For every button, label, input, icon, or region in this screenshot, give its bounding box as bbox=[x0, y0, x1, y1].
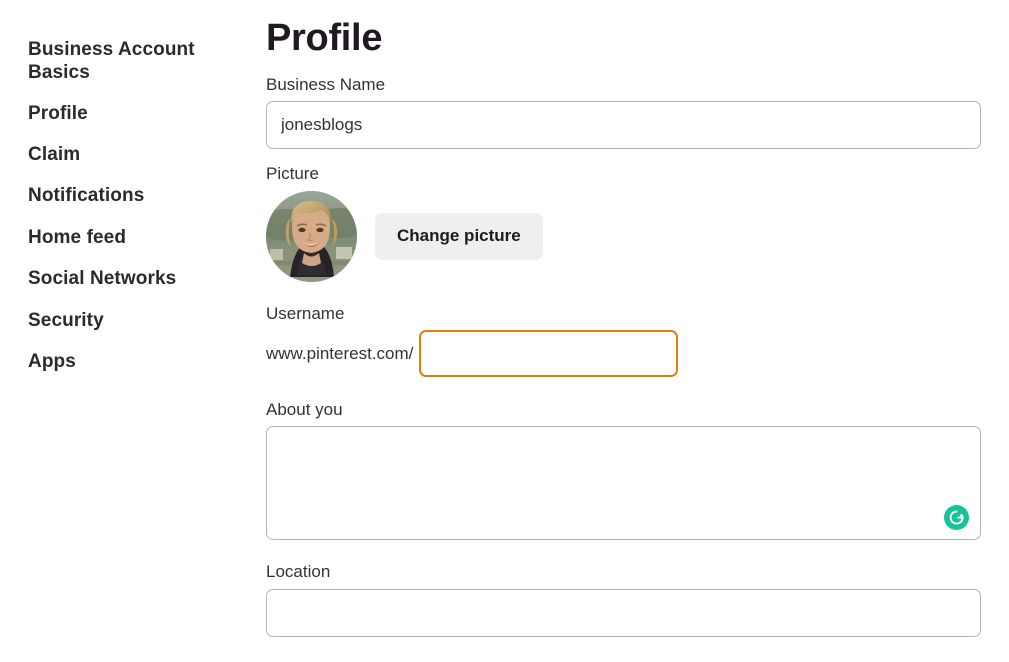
business-name-label: Business Name bbox=[266, 74, 386, 94]
location-label: Location bbox=[266, 562, 331, 582]
grammarly-icon[interactable] bbox=[944, 505, 969, 531]
settings-sidebar: Business Account Basics Profile Claim No… bbox=[0, 0, 266, 662]
location-input[interactable] bbox=[266, 588, 981, 637]
username-row: www.pinterest.com/ bbox=[266, 329, 981, 377]
sidebar-item-claim[interactable]: Claim bbox=[28, 143, 218, 166]
profile-form: Profile Business Name Picture bbox=[266, 0, 1009, 662]
picture-label: Picture bbox=[266, 164, 319, 184]
sidebar-item-apps[interactable]: Apps bbox=[28, 350, 218, 373]
sidebar-item-notifications[interactable]: Notifications bbox=[28, 184, 218, 207]
profile-settings-page: Business Account Basics Profile Claim No… bbox=[0, 0, 1009, 662]
sidebar-item-social-networks[interactable]: Social Networks bbox=[28, 267, 218, 290]
avatar[interactable] bbox=[266, 190, 357, 282]
sidebar-item-home-feed[interactable]: Home feed bbox=[28, 226, 218, 249]
business-name-input[interactable] bbox=[266, 101, 981, 150]
username-input[interactable] bbox=[419, 329, 679, 377]
page-title: Profile bbox=[266, 17, 383, 59]
username-label: Username bbox=[266, 303, 345, 323]
about-you-label: About you bbox=[266, 399, 343, 419]
sidebar-item-business-account-basics[interactable]: Business Account Basics bbox=[28, 38, 218, 85]
sidebar-item-profile[interactable]: Profile bbox=[28, 102, 218, 125]
username-url-prefix: www.pinterest.com/ bbox=[266, 343, 414, 363]
change-picture-button[interactable]: Change picture bbox=[375, 212, 543, 260]
sidebar-item-security[interactable]: Security bbox=[28, 309, 218, 332]
picture-row: Change picture bbox=[266, 190, 981, 282]
about-you-wrapper bbox=[266, 426, 981, 541]
about-you-textarea[interactable] bbox=[266, 426, 981, 541]
